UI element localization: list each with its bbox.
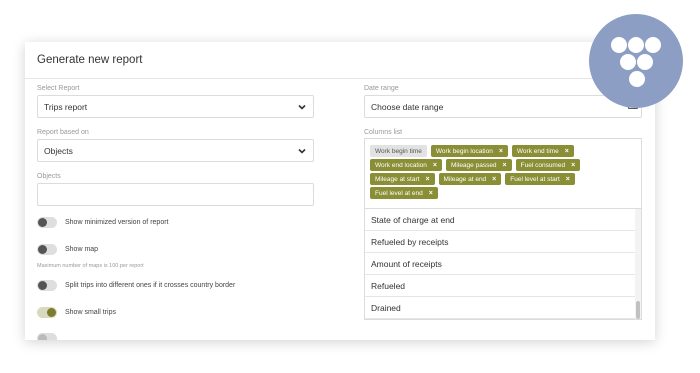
minimized-toggle[interactable]	[37, 217, 57, 228]
toggle-knob	[38, 245, 47, 254]
column-tag-label: Mileage at end	[443, 175, 487, 183]
date-range-label: Date range	[364, 85, 399, 92]
small-trips-toggle[interactable]	[37, 307, 57, 318]
column-tag-label: Work begin location	[435, 147, 493, 155]
logo-dot	[637, 54, 653, 70]
small-trips-label: Show small trips	[65, 309, 116, 316]
toggle-small-trips-row[interactable]: Show small trips	[37, 307, 116, 318]
column-option[interactable]: Amount of receipts	[365, 253, 641, 275]
column-option[interactable]: Drained	[365, 297, 641, 319]
next-toggle[interactable]	[37, 333, 57, 340]
toggle-map-row[interactable]: Show map	[37, 244, 98, 255]
title-divider	[25, 78, 655, 79]
toggle-split-row[interactable]: Split trips into different ones if it cr…	[37, 280, 235, 291]
logo-dot	[645, 37, 661, 53]
close-icon[interactable]: ×	[565, 148, 569, 155]
column-tag-label: Fuel level at end	[375, 189, 423, 197]
column-tag[interactable]: Work begin location ×	[430, 145, 508, 157]
close-icon[interactable]: ×	[571, 162, 575, 169]
column-tag[interactable]: Mileage at end ×	[438, 173, 502, 185]
logo-dot	[628, 37, 644, 53]
close-icon[interactable]: ×	[499, 148, 503, 155]
report-panel: Generate new report Select Report Trips …	[25, 42, 655, 340]
toggle-next-row[interactable]	[37, 333, 65, 340]
column-option[interactable]: Refueled by receipts	[365, 231, 641, 253]
close-icon[interactable]: ×	[433, 162, 437, 169]
select-report-dropdown[interactable]: Trips report	[37, 95, 314, 118]
toggle-knob	[38, 281, 47, 290]
column-tag-label: Work end time	[516, 147, 559, 155]
column-tag[interactable]: Mileage passed ×	[446, 159, 512, 171]
toggle-knob	[38, 334, 47, 340]
based-on-value: Objects	[44, 145, 73, 156]
column-tag[interactable]: Fuel consumed ×	[515, 159, 581, 171]
column-option[interactable]: Refueled	[365, 275, 641, 297]
column-tag[interactable]: Work end time ×	[511, 145, 574, 157]
show-map-toggle[interactable]	[37, 244, 57, 255]
column-tag-label: Mileage at start	[375, 175, 420, 183]
close-icon[interactable]: ×	[492, 176, 496, 183]
date-range-input[interactable]: Choose date range	[364, 95, 642, 118]
chevron-down-icon	[298, 104, 306, 110]
column-tag[interactable]: Mileage at start ×	[370, 173, 435, 185]
selected-columns: Work begin time Work begin location × Work …	[370, 145, 642, 199]
logo-dot	[620, 54, 636, 70]
columns-multiselect[interactable]: Work begin time Work begin location × Work …	[364, 138, 642, 208]
columns-options-list: State of charge at end Refueled by receip…	[365, 209, 641, 319]
column-tag-label: Mileage passed	[451, 161, 497, 169]
scrollbar-thumb[interactable]	[636, 301, 640, 319]
objects-label: Objects	[37, 173, 61, 180]
logo-dot	[611, 37, 627, 53]
toggle-minimized-row[interactable]: Show minimized version of report	[37, 217, 169, 228]
close-icon[interactable]: ×	[429, 190, 433, 197]
close-icon[interactable]: ×	[425, 176, 429, 183]
show-map-label: Show map	[65, 246, 99, 253]
column-tag-label: Work begin time	[375, 147, 422, 155]
column-tag[interactable]: Work begin time	[370, 145, 427, 157]
select-report-label: Select Report	[37, 85, 80, 92]
close-icon[interactable]: ×	[503, 162, 507, 169]
chevron-down-icon	[298, 148, 306, 154]
dropdown-scrollbar[interactable]	[635, 209, 641, 319]
columns-dropdown: State of charge at end Refueled by receip…	[364, 208, 642, 320]
split-trips-toggle[interactable]	[37, 280, 57, 291]
based-on-dropdown[interactable]: Objects	[37, 139, 314, 162]
objects-input[interactable]	[37, 183, 314, 206]
panel-title: Generate new report	[37, 54, 143, 66]
based-on-label: Report based on	[37, 129, 89, 136]
column-tag[interactable]: Work end location ×	[370, 159, 443, 171]
toggle-knob	[47, 308, 56, 317]
select-report-value: Trips report	[44, 101, 88, 112]
column-tag-label: Fuel consumed	[520, 161, 566, 169]
column-tag-label: Fuel level at start	[510, 175, 560, 183]
date-range-value: Choose date range	[371, 101, 444, 112]
split-trips-label: Split trips into different ones if it cr…	[65, 282, 236, 289]
column-option[interactable]: State of charge at end	[365, 209, 641, 231]
columns-list-label: Columns list	[364, 129, 403, 136]
column-tag[interactable]: Fuel level at start ×	[505, 173, 575, 185]
grape-logo	[589, 14, 683, 108]
logo-dot	[629, 71, 645, 87]
map-limit-hint: Maximum number of maps is 100 per report	[37, 263, 144, 269]
minimized-label: Show minimized version of report	[65, 219, 169, 226]
column-tag[interactable]: Fuel level at end ×	[370, 187, 438, 199]
toggle-knob	[38, 218, 47, 227]
column-tag-label: Work end location	[375, 161, 427, 169]
close-icon[interactable]: ×	[566, 176, 570, 183]
